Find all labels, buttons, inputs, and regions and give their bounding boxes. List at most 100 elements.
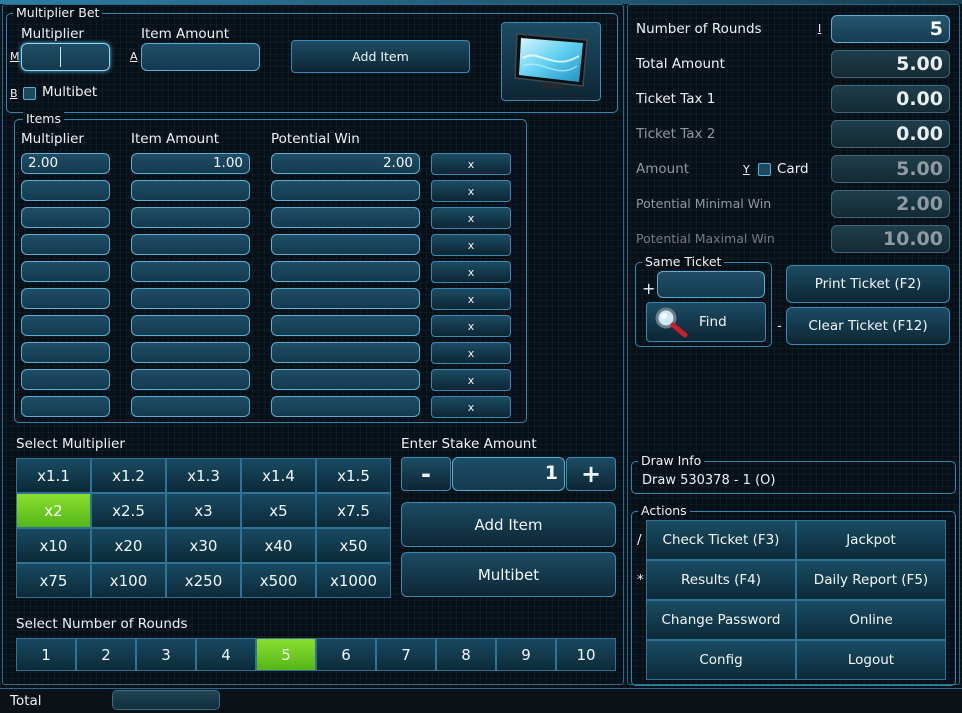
action-button[interactable]: Daily Report (F5) (796, 560, 946, 600)
multiplier-option[interactable]: x2 (16, 493, 91, 528)
item-multiplier-field[interactable] (21, 207, 110, 228)
item-multiplier-field[interactable] (21, 315, 110, 336)
remove-item-button[interactable]: x (431, 234, 511, 256)
multiplier-option[interactable]: x500 (241, 563, 316, 598)
multiplier-input[interactable] (21, 43, 110, 71)
action-button[interactable]: Check Ticket (F3) (646, 520, 796, 560)
multiplier-option[interactable]: x1.4 (241, 458, 316, 493)
round-option[interactable]: 6 (316, 638, 376, 671)
round-option[interactable]: 8 (436, 638, 496, 671)
remove-item-button[interactable]: x (431, 261, 511, 283)
action-button[interactable]: Results (F4) (646, 560, 796, 600)
tv-icon-button[interactable] (501, 22, 601, 101)
multiplier-option[interactable]: x7.5 (316, 493, 391, 528)
item-multiplier-field[interactable] (21, 369, 110, 390)
remove-item-button[interactable]: x (431, 315, 511, 337)
item-amount-field[interactable] (131, 261, 250, 282)
item-amount-field[interactable] (131, 180, 250, 201)
item-amount-input[interactable] (141, 43, 260, 71)
min-win-field: 2.00 (831, 190, 950, 218)
rounds-count-input[interactable]: 5 (831, 15, 950, 43)
action-button[interactable]: Online (796, 600, 946, 640)
item-win-field (271, 315, 420, 336)
items-header-amount: Item Amount (131, 131, 220, 147)
item-multiplier-field[interactable]: 2.00 (21, 153, 110, 174)
multiplier-option[interactable]: x250 (166, 563, 241, 598)
remove-item-button[interactable]: x (431, 288, 511, 310)
multibet-button[interactable]: Multibet (401, 552, 616, 597)
item-win-field (271, 207, 420, 228)
item-amount-field[interactable] (131, 342, 250, 363)
b-hotkey: B (10, 87, 18, 100)
multiplier-option[interactable]: x1.2 (91, 458, 166, 493)
multiplier-option[interactable]: x50 (316, 528, 391, 563)
round-option[interactable]: 9 (496, 638, 556, 671)
add-item-button[interactable]: Add Item (401, 502, 616, 547)
remove-item-button[interactable]: x (431, 180, 511, 202)
draw-info-legend: Draw Info (638, 453, 705, 469)
multiplier-option[interactable]: x10 (16, 528, 91, 563)
item-multiplier-field[interactable] (21, 288, 110, 309)
multibet-checkbox[interactable] (23, 87, 36, 100)
add-item-button-top[interactable]: Add Item (291, 40, 470, 73)
round-option[interactable]: 10 (556, 638, 616, 671)
multiplier-option[interactable]: x40 (241, 528, 316, 563)
round-option[interactable]: 5 (256, 638, 316, 671)
round-option[interactable]: 7 (376, 638, 436, 671)
find-button[interactable]: Find (646, 302, 766, 342)
remove-item-button[interactable]: x (431, 153, 511, 175)
multiplier-option[interactable]: x1.5 (316, 458, 391, 493)
clear-ticket-button[interactable]: Clear Ticket (F12) (786, 307, 950, 345)
multiplier-option[interactable]: x30 (166, 528, 241, 563)
remove-item-button[interactable]: x (431, 396, 511, 418)
multiplier-option[interactable]: x1.1 (16, 458, 91, 493)
remove-item-button[interactable]: x (431, 207, 511, 229)
item-amount-field[interactable] (131, 315, 250, 336)
item-multiplier-field[interactable] (21, 261, 110, 282)
ticket-tax1-field: 0.00 (831, 85, 950, 113)
stake-amount-input[interactable]: 1 (452, 457, 565, 491)
remove-item-button[interactable]: x (431, 369, 511, 391)
rounds-hotkey: I (818, 22, 822, 35)
remove-item-button[interactable]: x (431, 342, 511, 364)
action-button[interactable]: Logout (796, 640, 946, 680)
item-multiplier-field[interactable] (21, 234, 110, 255)
item-multiplier-field[interactable] (21, 396, 110, 417)
card-checkbox[interactable] (758, 163, 771, 176)
item-amount-field[interactable] (131, 207, 250, 228)
action-button[interactable]: Config (646, 640, 796, 680)
item-win-field (271, 369, 420, 390)
multiplier-option[interactable]: x5 (241, 493, 316, 528)
print-ticket-button[interactable]: Print Ticket (F2) (786, 265, 950, 303)
round-option[interactable]: 1 (16, 638, 76, 671)
item-amount-field[interactable] (131, 288, 250, 309)
multiplier-option[interactable]: x1.3 (166, 458, 241, 493)
round-option[interactable]: 4 (196, 638, 256, 671)
item-amount-field[interactable] (131, 234, 250, 255)
total-amount-field: 5.00 (831, 50, 950, 78)
round-option[interactable]: 3 (136, 638, 196, 671)
stake-minus-button[interactable]: - (401, 457, 451, 491)
stake-plus-button[interactable]: + (566, 457, 616, 491)
action-button[interactable]: Change Password (646, 600, 796, 640)
same-ticket-minus: - (777, 318, 782, 334)
multiplier-option[interactable]: x1000 (316, 563, 391, 598)
round-option[interactable]: 2 (76, 638, 136, 671)
item-amount-field[interactable] (131, 396, 250, 417)
item-multiplier-field[interactable] (21, 180, 110, 201)
multiplier-label: Multiplier (21, 26, 84, 42)
item-multiplier-field[interactable] (21, 342, 110, 363)
multiplier-option[interactable]: x75 (16, 563, 91, 598)
multiplier-option[interactable]: x100 (91, 563, 166, 598)
multiplier-option[interactable]: x20 (91, 528, 166, 563)
same-ticket-input[interactable] (657, 271, 765, 298)
a-hotkey: A (130, 50, 138, 63)
item-amount-field[interactable] (131, 369, 250, 390)
action-button[interactable]: Jackpot (796, 520, 946, 560)
item-amount-field[interactable]: 1.00 (131, 153, 250, 174)
rounds-count-label: Number of Rounds (636, 21, 762, 37)
items-header-multiplier: Multiplier (21, 131, 84, 147)
multiplier-option[interactable]: x2.5 (91, 493, 166, 528)
min-win-label: Potential Minimal Win (636, 196, 772, 211)
multiplier-option[interactable]: x3 (166, 493, 241, 528)
